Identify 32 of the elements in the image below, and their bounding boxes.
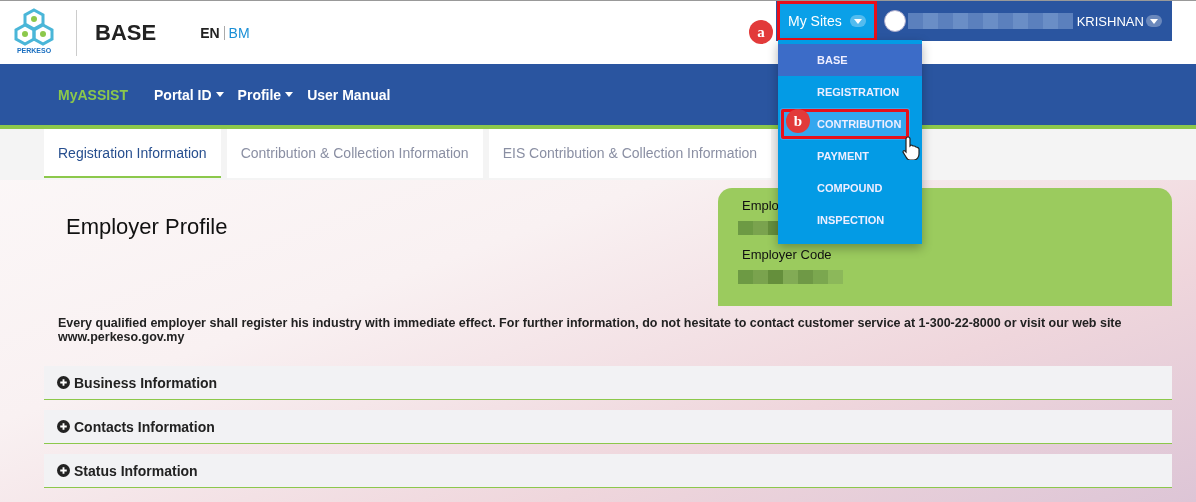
user-name: KRISHNAN [1076, 13, 1144, 29]
avatar-icon [883, 10, 906, 32]
plus-icon [57, 376, 70, 389]
accordion-header[interactable]: Contacts Information [44, 410, 1172, 444]
plus-icon [57, 464, 70, 477]
tab[interactable]: EIS Contribution & Collection Information [488, 129, 772, 178]
nav-link[interactable]: Profile [237, 86, 294, 103]
nav-link[interactable]: Portal ID [154, 86, 224, 103]
menu-item[interactable]: BASE [778, 44, 922, 76]
user-menu-caret[interactable] [1146, 15, 1162, 27]
menu-item[interactable]: COMPOUND [778, 172, 922, 204]
logo-icon [14, 6, 54, 47]
caret-icon [1150, 18, 1158, 24]
plus-icon [57, 420, 70, 433]
language-link[interactable]: BM [224, 24, 254, 41]
tab[interactable]: Contribution & Collection Information [226, 129, 483, 178]
accordion-header[interactable]: Business Information [44, 366, 1172, 400]
menu-item[interactable]: INSPECTION [778, 204, 922, 236]
field-label: Emplo [742, 198, 780, 213]
menu-item[interactable]: REGISTRATION [778, 76, 922, 108]
field-label: Employer Code [742, 247, 833, 262]
page-title: Employer Profile [66, 214, 229, 241]
language-link[interactable]: EN [200, 24, 224, 41]
hand-cursor-icon [902, 136, 922, 160]
my-sites-button[interactable]: My Sites [778, 2, 876, 40]
app-title: BASE [95, 19, 157, 46]
caret-icon [853, 18, 862, 24]
tab[interactable]: Registration Information [44, 129, 221, 178]
nav-link[interactable]: User Manual [307, 86, 391, 103]
nav-link[interactable]: MyASSIST [58, 86, 128, 103]
accordion-header[interactable]: Status Information [44, 454, 1172, 488]
notice-text: Every qualified employer shall register his industry with immediate effect. For further information, do not hesitate to contact customer service at 1-300-22-8000 or visit our web site www.perkeso.gov.my [58, 316, 1123, 344]
